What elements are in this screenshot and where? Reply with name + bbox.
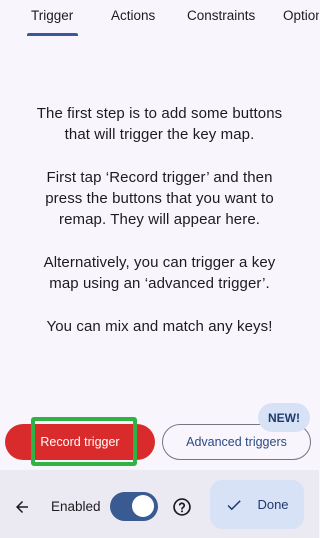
app-screen: Trigger Actions Constraints Options The …	[0, 0, 319, 538]
bottom-bar: Enabled Done	[0, 470, 319, 538]
record-trigger-button[interactable]: Record trigger	[5, 424, 155, 460]
switch-knob	[132, 495, 154, 517]
check-icon	[228, 499, 242, 510]
back-button[interactable]	[10, 495, 34, 519]
instruction-paragraph: You can mix and match any keys!	[46, 318, 273, 335]
tab-trigger[interactable]: Trigger	[31, 8, 73, 23]
instruction-paragraph: First tap ‘Record trigger’ and then pres…	[45, 169, 274, 228]
enabled-switch[interactable]	[110, 492, 158, 521]
help-button[interactable]	[172, 497, 192, 517]
tab-constraints[interactable]: Constraints	[187, 8, 255, 23]
enabled-label: Enabled	[51, 499, 101, 514]
tab-actions[interactable]: Actions	[111, 8, 155, 23]
help-icon	[173, 498, 191, 516]
tab-options[interactable]: Options	[283, 8, 319, 23]
tab-bar: Trigger Actions Constraints Options	[0, 0, 319, 38]
done-label: Done	[257, 497, 289, 512]
instructions-text: The first step is to add some buttons th…	[0, 103, 319, 359]
done-button[interactable]: Done	[210, 480, 304, 529]
arrow-back-icon	[16, 501, 28, 513]
instruction-paragraph: The first step is to add some buttons th…	[36, 105, 283, 143]
new-badge: NEW!	[258, 403, 310, 432]
tab-indicator	[27, 33, 78, 36]
instruction-paragraph: Alternatively, you can trigger a key map…	[43, 254, 276, 292]
